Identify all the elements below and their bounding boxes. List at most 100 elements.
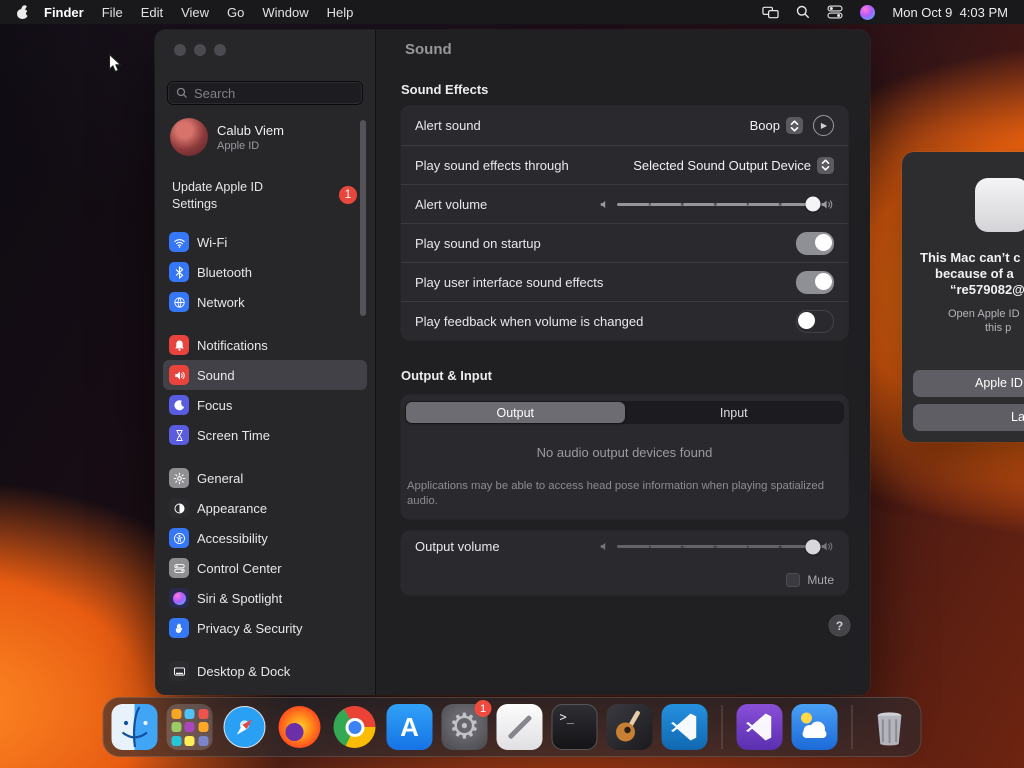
alert-title-line: This Mac can’t c [920,250,1021,265]
siri-icon[interactable] [860,4,876,20]
dock-notes-icon[interactable] [496,704,543,750]
menu-app-name[interactable]: Finder [35,5,93,20]
sidebar-item-notifications[interactable]: Notifications [163,330,367,360]
alert-title-line: because of a [935,266,1014,281]
hourglass-icon [169,425,189,445]
sidebar-item-label: Appearance [197,500,268,516]
sidebar-item-bluetooth[interactable]: Bluetooth [163,257,367,287]
alert-volume-row: Alert volume [401,184,848,223]
sound-pane: Sound Sound Effects Alert sound Boop ▶ P… [376,30,870,695]
sidebar-item-wi-fi[interactable]: Wi-Fi [163,227,367,257]
alert-sound-popup[interactable]: Boop [750,117,803,134]
menu-item-edit[interactable]: Edit [132,5,172,20]
tab-output[interactable]: Output [406,402,625,423]
dock-weather-icon[interactable] [791,704,838,750]
search-input[interactable]: Search [167,81,363,105]
speaker-loud-icon [820,198,834,211]
apple-id-profile[interactable]: Calub Viem Apple ID [170,118,362,156]
sidebar-item-network[interactable]: Network [163,287,367,317]
output-volume-slider[interactable] [599,539,834,554]
sidebar-item-label: Network [197,294,245,310]
menu-clock[interactable]: Mon Oct 9 4:03 PM [892,5,1008,20]
play-sound-on-startup-row: Play sound on startup [401,223,848,262]
sidebar-item-label: Screen Time [197,427,270,443]
dock-safari-icon[interactable] [222,704,268,750]
sidebar-item-control-center[interactable]: Control Center [163,553,367,583]
sidebar-item-label: Wi-Fi [197,234,228,250]
sidebar-item-accessibility[interactable]: Accessibility [163,523,367,553]
play-sound-on-startup-toggle[interactable] [796,231,834,255]
alert-title-line: “re579082@ [950,282,1024,297]
mute-checkbox[interactable] [786,573,801,587]
sidebar-item-label: Bluetooth [197,264,252,280]
output-input-card: Output Input No audio output devices foun… [401,395,848,519]
play-feedback-when-volume-is-changed-toggle[interactable] [796,309,834,333]
menu-item-help[interactable]: Help [318,5,363,20]
apple-id-settings-button[interactable]: Apple ID [913,370,1024,397]
alert-volume-slider[interactable] [599,196,834,212]
update-line-2: Settings [172,196,218,211]
sidebar-item-screen-time[interactable]: Screen Time [163,420,367,450]
zoom-button[interactable] [214,44,226,56]
dock-firefox-icon[interactable] [277,704,323,750]
play-through-popup[interactable]: Selected Sound Output Device [633,156,834,174]
minimize-button[interactable] [194,44,206,56]
profile-name: Calub Viem [217,122,284,138]
sidebar-item-general[interactable]: General [163,463,367,493]
dock-garageband-icon[interactable] [606,704,653,750]
alert-body-line: this p [985,322,1012,334]
output-input-segmented-control: Output Input [405,401,844,424]
dock-system-settings-icon[interactable]: ⚙ 1 [441,700,492,750]
later-button[interactable]: La [913,404,1024,431]
notification-badge: 1 [339,186,357,204]
menu-bar: Finder File Edit View Go Window Help Mon Oct … [0,0,1024,24]
menu-item-file[interactable]: File [93,5,132,20]
sidebar-item-appearance[interactable]: Appearance [163,493,367,523]
dock-app-store-icon[interactable]: A [386,704,433,750]
close-button[interactable] [174,44,186,56]
globe-icon [169,292,189,312]
dock-vscode-icon[interactable] [661,704,708,750]
apple-menu-icon[interactable] [16,3,31,20]
output-volume-row: Output volume [401,531,848,554]
dock-trash-icon[interactable] [867,704,913,750]
search-icon [176,87,188,99]
menu-item-window[interactable]: Window [253,5,317,20]
alert-sound-row: Alert sound Boop ▶ [401,106,848,145]
menu-status-area: Mon Oct 9 4:03 PM [762,4,1014,20]
dock-divider [851,705,853,749]
play-feedback-when-volume-is-changed-label: Play feedback when volume is changed [415,313,644,329]
gear-icon [169,468,189,488]
spotlight-search-icon[interactable] [796,5,810,19]
sidebar-item-label: Privacy & Security [197,620,303,636]
siri-icon [169,588,189,608]
sidebar-item-desktop-dock[interactable]: Desktop & Dock [163,656,367,686]
chevron-up-down-icon [786,117,803,134]
sidebar-item-privacy-security[interactable]: Privacy & Security [163,613,367,643]
sidebar-item-siri-spotlight[interactable]: Siri & Spotlight [163,583,367,613]
play-user-interface-sound-effects-toggle[interactable] [796,270,834,294]
dock-launchpad-icon[interactable] [166,704,213,750]
toggles-icon [169,558,189,578]
control-center-icon[interactable] [827,5,843,19]
sound-effects-card: Alert sound Boop ▶ Play sound effects th… [401,106,848,340]
traffic-lights [174,44,226,56]
sidebar-scrollbar[interactable] [360,120,366,316]
slider-knob[interactable] [805,539,821,554]
dock-terminal-icon[interactable]: >_ [551,704,598,750]
dock-chrome-icon[interactable] [332,704,378,750]
help-button[interactable]: ? [829,615,850,636]
play-alert-sound-button[interactable]: ▶ [813,115,834,136]
dock-vscode-insiders-icon[interactable] [736,704,783,750]
menu-item-go[interactable]: Go [218,5,253,20]
sidebar-item-focus[interactable]: Focus [163,390,367,420]
hand-icon [169,618,189,638]
sidebar-item-sound[interactable]: Sound [163,360,367,390]
slider-knob[interactable] [805,196,821,212]
update-apple-id-notice[interactable]: Update Apple ID Settings 1 [167,179,363,212]
displays-icon[interactable] [762,6,780,19]
tab-input[interactable]: Input [625,402,844,423]
dock-finder-icon[interactable] [111,704,158,750]
menu-item-view[interactable]: View [172,5,218,20]
search-placeholder: Search [194,85,236,101]
